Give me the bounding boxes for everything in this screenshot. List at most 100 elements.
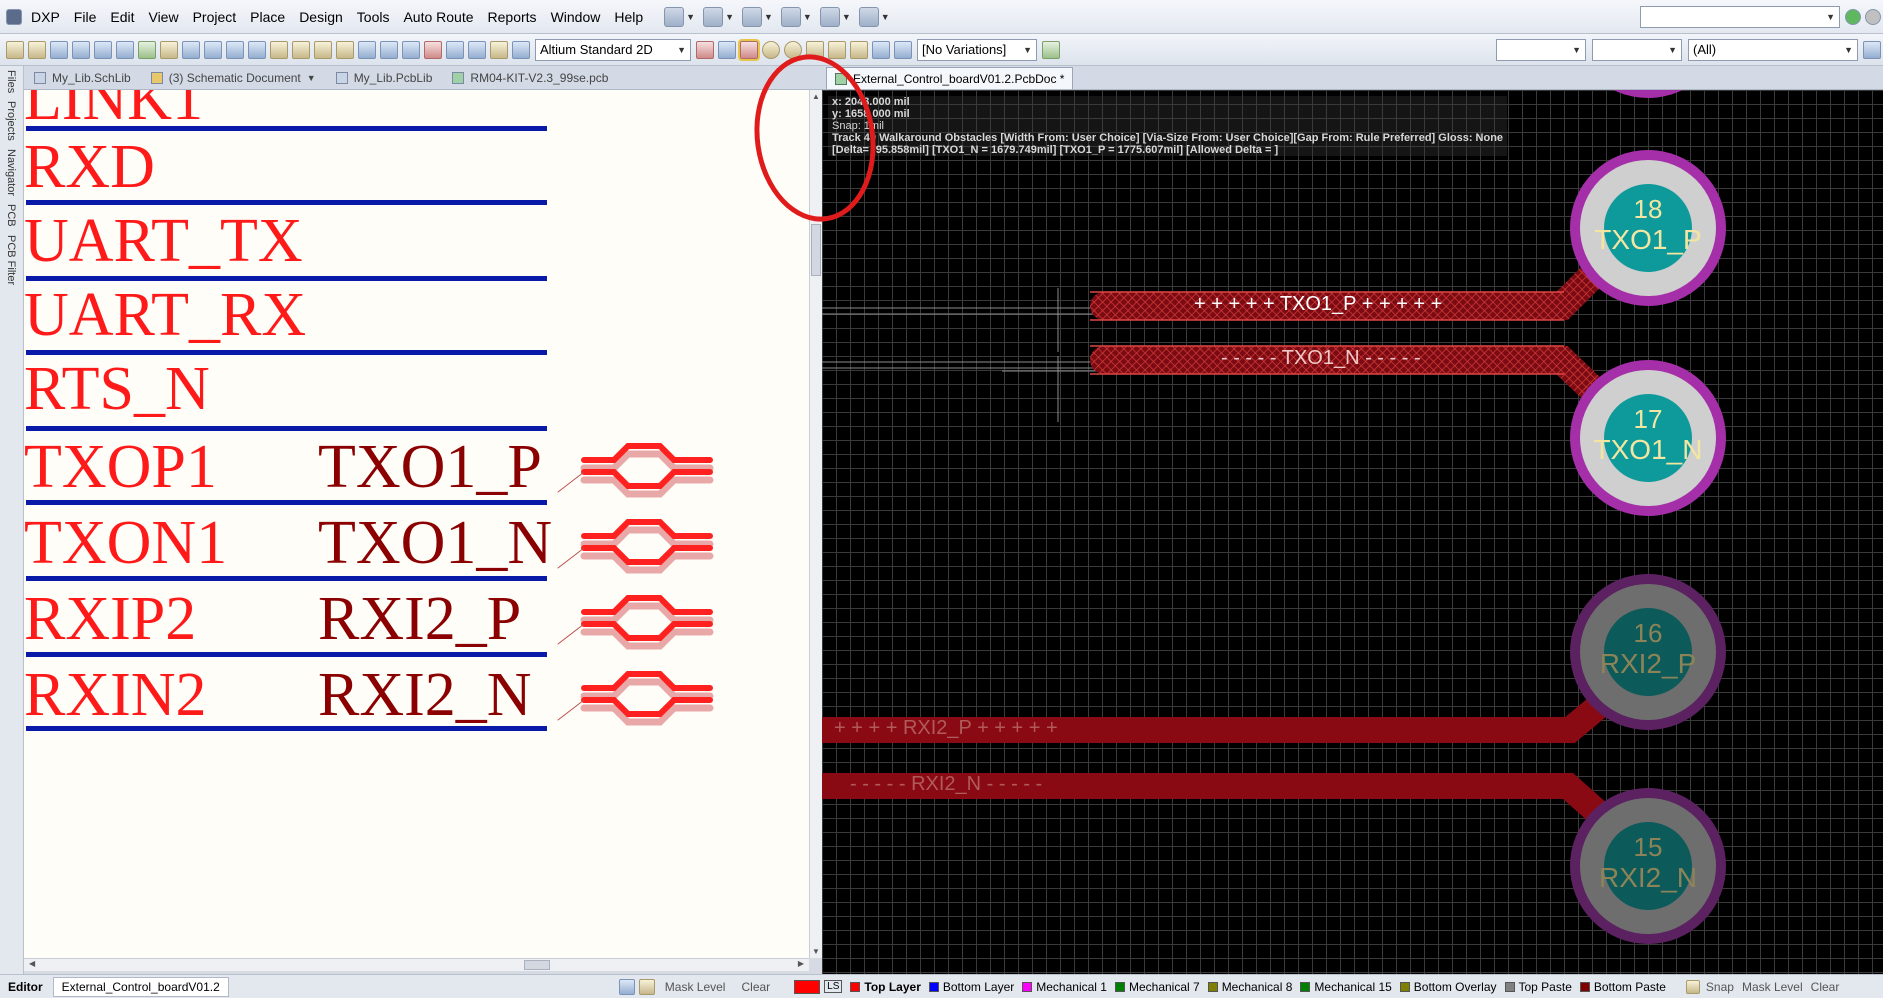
current-layer-swatch[interactable]: LS — [790, 977, 846, 997]
new-icon[interactable] — [6, 40, 24, 59]
menu-place[interactable]: Place — [243, 0, 292, 34]
scroll-thumb[interactable] — [811, 224, 821, 276]
filter-combo-2[interactable]: ▼ — [1592, 38, 1682, 61]
dropdown-arrow-icon[interactable]: ▼ — [842, 12, 851, 22]
dropdown-arrow-icon[interactable]: ▼ — [881, 12, 890, 22]
tab-external-control-board-pcbdoc[interactable]: External_Control_boardV01.2.PcbDoc * — [826, 67, 1074, 89]
align-icon[interactable] — [703, 6, 724, 27]
layer-scroll-icon[interactable] — [1685, 979, 1700, 994]
grid-icon[interactable] — [858, 6, 879, 27]
arc-icon[interactable] — [806, 40, 824, 59]
length-tune-icon[interactable] — [738, 38, 760, 61]
interactive-route-icon[interactable] — [664, 6, 685, 27]
side-tab-projects[interactable]: Projects — [5, 97, 17, 145]
undo-icon[interactable] — [446, 40, 464, 59]
dropdown-arrow-icon[interactable]: ▼ — [764, 12, 773, 22]
tab-my-lib-schlib[interactable]: My_Lib.SchLib — [24, 66, 141, 90]
filter-combo-3[interactable]: (All) ▼ — [1688, 38, 1858, 61]
layer-tab-top-layer[interactable]: Top Layer — [846, 977, 924, 997]
cut-icon[interactable] — [270, 40, 288, 59]
cross-select-icon[interactable] — [402, 40, 420, 59]
polygon-icon[interactable] — [850, 40, 868, 59]
board-icon[interactable] — [138, 40, 156, 59]
highlight-icon[interactable] — [490, 40, 508, 59]
editor-doc-name[interactable]: External_Control_boardV01.2 — [52, 976, 229, 997]
scroll-up-icon[interactable]: ▲ — [812, 92, 820, 101]
layer-tab-top-paste[interactable]: Top Paste — [1501, 977, 1576, 997]
menu-dxp[interactable]: DXP — [24, 0, 67, 34]
side-tab-navigator[interactable]: Navigator — [5, 145, 17, 200]
chevron-down-icon[interactable]: ▼ — [307, 73, 316, 83]
diff-pair-route-icon[interactable] — [718, 40, 736, 59]
tab-schematic-documents[interactable]: (3) Schematic Document ▼ — [141, 66, 326, 90]
menu-edit[interactable]: Edit — [103, 0, 141, 34]
scroll-right-icon[interactable]: ▶ — [798, 959, 804, 968]
layer-tab-mechanical-15[interactable]: Mechanical 15 — [1296, 977, 1395, 997]
menu-reports[interactable]: Reports — [481, 0, 544, 34]
pcb-mask-level-button[interactable]: Mask Level — [1738, 977, 1807, 997]
scroll-left-icon[interactable]: ◀ — [29, 959, 35, 968]
save-icon[interactable] — [50, 40, 68, 59]
layer-tab-bottom-layer[interactable]: Bottom Layer — [925, 977, 1018, 997]
filter-icon[interactable] — [638, 978, 655, 995]
variations-select[interactable]: [No Variations] ▼ — [917, 38, 1037, 61]
scroll-down-icon[interactable]: ▼ — [812, 947, 820, 956]
select-icon[interactable] — [780, 6, 801, 27]
component-icon[interactable] — [894, 40, 912, 59]
menu-project[interactable]: Project — [186, 0, 244, 34]
pcb-canvas[interactable]: + + + + + TXO1_P + + + + + - - - - - TXO… — [822, 90, 1883, 974]
dxp-logo-icon[interactable] — [6, 8, 22, 25]
select-area-icon[interactable] — [358, 40, 376, 59]
zoom-area-icon[interactable] — [204, 40, 222, 59]
layer-tab-bottom-overlay[interactable]: Bottom Overlay — [1396, 977, 1501, 997]
paste-icon[interactable] — [314, 40, 332, 59]
tab-my-lib-pcblib[interactable]: My_Lib.PcbLib — [326, 66, 443, 90]
mask-level-button[interactable]: Mask Level — [657, 977, 734, 997]
move-icon[interactable] — [380, 40, 398, 59]
variants-icon[interactable] — [1042, 40, 1060, 59]
layer-tab-mechanical-7[interactable]: Mechanical 7 — [1111, 977, 1204, 997]
zoom-fit-icon[interactable] — [182, 40, 200, 59]
open-icon[interactable] — [28, 40, 46, 59]
rubber-stamp-icon[interactable] — [336, 40, 354, 59]
room-icon[interactable] — [819, 6, 840, 27]
pencil-icon[interactable] — [618, 978, 635, 995]
menu-file[interactable]: File — [67, 0, 104, 34]
snap-button[interactable]: Snap — [1702, 977, 1738, 997]
layer-tab-mechanical-8[interactable]: Mechanical 8 — [1204, 977, 1297, 997]
print-icon[interactable] — [72, 40, 90, 59]
tab-rm04-pcb[interactable]: RM04-KIT-V2.3_99se.pcb — [442, 66, 618, 90]
via-icon[interactable] — [784, 40, 802, 59]
diff-pair-directive-icon[interactable] — [557, 443, 714, 498]
deselect-icon[interactable] — [424, 40, 442, 59]
redo-icon[interactable] — [468, 40, 486, 59]
side-tab-pcb[interactable]: PCB — [5, 200, 17, 231]
layer-tab-mechanical-1[interactable]: Mechanical 1 — [1018, 977, 1111, 997]
menu-help[interactable]: Help — [607, 0, 650, 34]
menu-auto-route[interactable]: Auto Route — [396, 0, 480, 34]
schematic-vertical-scrollbar[interactable]: ▲ ▼ — [809, 90, 822, 958]
side-tab-pcb-filter[interactable]: PCB Filter — [5, 231, 17, 289]
dropdown-arrow-icon[interactable]: ▼ — [686, 12, 695, 22]
dropdown-arrow-icon[interactable]: ▼ — [725, 12, 734, 22]
menu-window[interactable]: Window — [544, 0, 608, 34]
pad-icon[interactable] — [762, 40, 780, 59]
folder-icon[interactable] — [160, 40, 178, 59]
scroll-thumb[interactable] — [524, 960, 550, 970]
pcb-clear-button[interactable]: Clear — [1807, 977, 1844, 997]
diff-pair-directive-icon[interactable] — [557, 595, 714, 650]
view-config-select[interactable]: Altium Standard 2D ▼ — [535, 38, 691, 61]
schematic-canvas[interactable]: LINK1 RXD UART_TX UART_RX RTS_N TXOP1 TX… — [24, 90, 809, 958]
editor-tab[interactable]: Editor — [0, 977, 51, 997]
schematic-horizontal-scrollbar[interactable]: ◀ ▶ — [24, 958, 809, 971]
clear-button[interactable]: Clear — [733, 977, 778, 997]
copy-icon[interactable] — [292, 40, 310, 59]
inspect-icon[interactable] — [512, 40, 530, 59]
diff-pair-directive-icon[interactable] — [557, 519, 714, 574]
layers-icon[interactable] — [116, 40, 134, 59]
menu-view[interactable]: View — [141, 0, 185, 34]
menu-design[interactable]: Design — [292, 0, 350, 34]
pad-partial[interactable] — [1570, 90, 1726, 98]
menu-tools[interactable]: Tools — [350, 0, 397, 34]
fill-icon[interactable] — [828, 40, 846, 59]
